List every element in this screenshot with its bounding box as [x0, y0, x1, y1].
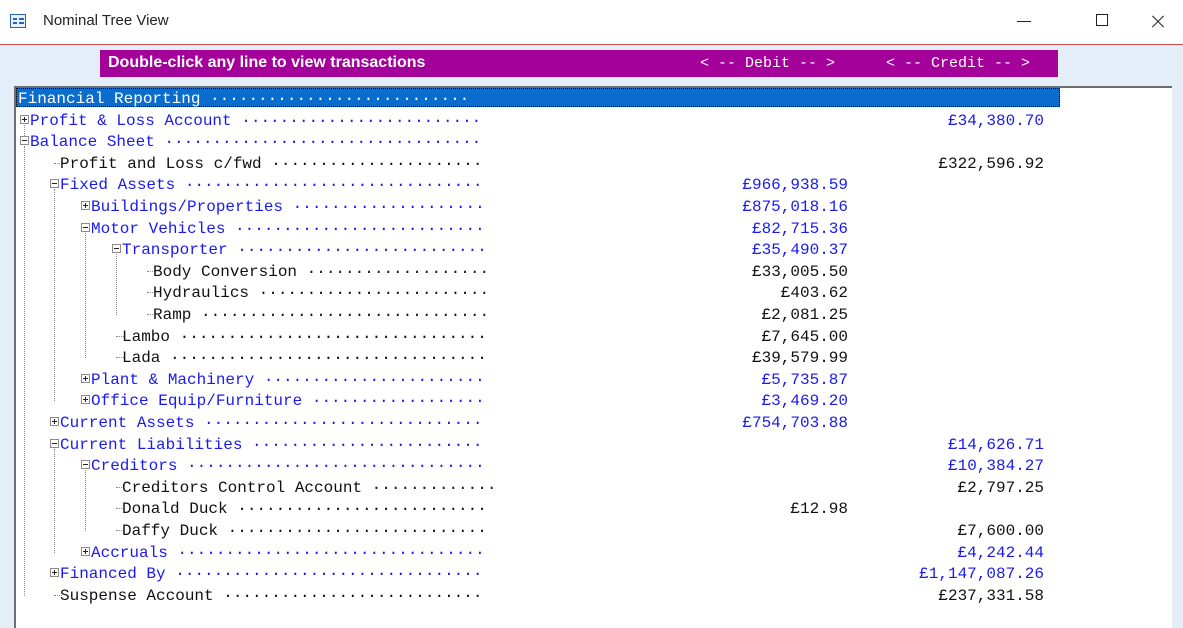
tree-row[interactable]: Current Assets ·························…	[16, 412, 1172, 434]
expand-icon[interactable]	[81, 546, 90, 556]
debit-amount: £3,469.20	[761, 392, 848, 411]
tree-row-label: Creditors ······························…	[91, 457, 485, 476]
debit-amount: £875,018.16	[742, 198, 848, 216]
tree-row[interactable]: Suspense Account ·······················…	[16, 585, 1172, 607]
tree-row[interactable]: Donald Duck ·························· £1…	[16, 498, 1172, 520]
title-bar: Nominal Tree View	[0, 0, 1183, 45]
minimize-button[interactable]	[1000, 0, 1046, 44]
collapse-icon[interactable]	[20, 136, 29, 146]
tree-row-label: Balance Sheet ··························…	[30, 133, 482, 152]
column-header-bar: Double-click any line to view transactio…	[100, 50, 1058, 77]
instruction-text: Double-click any line to view transactio…	[108, 54, 426, 71]
debit-amount: £754,703.88	[742, 414, 848, 432]
credit-amount: £1,147,087.26	[919, 565, 1044, 584]
nominal-tree[interactable]: Financial Reporting ····················…	[14, 86, 1172, 628]
tree-row[interactable]: Daffy Duck ··························· £7…	[16, 520, 1172, 542]
tree-row-label: Daffy Duck ···························	[122, 522, 487, 540]
maximize-button[interactable]	[1078, 0, 1124, 44]
tree-row-label: Buildings/Properties ···················…	[91, 198, 485, 216]
credit-amount: £4,242.44	[957, 543, 1044, 562]
tree-row-label: Transporter ··························	[122, 241, 487, 260]
debit-amount: £2,081.25	[761, 306, 848, 324]
tree-row[interactable]: Hydraulics ························ £403.…	[16, 282, 1172, 304]
credit-amount: £14,626.71	[947, 435, 1044, 454]
credit-amount: £34,380.70	[947, 111, 1044, 130]
credit-column-header: < -- Credit -- >	[886, 55, 1031, 72]
expand-icon[interactable]	[20, 114, 29, 124]
tree-row[interactable]: Profit & Loss Account ··················…	[16, 110, 1172, 132]
expand-icon[interactable]	[81, 201, 90, 210]
debit-column-header: < -- Debit -- >	[700, 55, 836, 72]
tree-row-label: Donald Duck ··························	[122, 500, 487, 519]
tree-row[interactable]: Accruals ·······························…	[16, 542, 1172, 564]
credit-amount: £237,331.58	[938, 586, 1044, 605]
collapse-icon[interactable]	[50, 438, 59, 448]
tree-row-label: Plant & Machinery ······················…	[91, 370, 485, 389]
debit-amount: £35,490.37	[751, 241, 848, 260]
debit-amount: £33,005.50	[751, 262, 848, 281]
tree-row[interactable]: Creditors Control Account ············· £…	[16, 477, 1172, 499]
tree-row[interactable]: Fixed Assets ···························…	[16, 174, 1172, 196]
close-button[interactable]	[1134, 0, 1180, 44]
tree-row[interactable]: Profit and Loss c/fwd ··················…	[16, 153, 1172, 175]
collapse-icon[interactable]	[50, 179, 59, 189]
tree-row-label: Profit and Loss c/fwd ··················…	[60, 154, 483, 173]
tree-row[interactable]: Balance Sheet ··························…	[16, 131, 1172, 153]
tree-row[interactable]: Financed By ····························…	[16, 563, 1172, 585]
tree-row[interactable]: Lada ································· £3…	[16, 347, 1172, 369]
credit-amount: £322,596.92	[938, 154, 1044, 173]
tree-row-selected[interactable]: Financial Reporting ····················…	[16, 88, 1172, 110]
collapse-icon[interactable]	[81, 460, 90, 470]
tree-row-label: Accruals ·······························…	[91, 543, 485, 562]
tree-row-label: Office Equip/Furniture ·················…	[91, 392, 485, 411]
expand-icon[interactable]	[50, 417, 59, 426]
collapse-icon[interactable]	[81, 222, 90, 232]
tree-row[interactable]: Ramp ······························ £2,08…	[16, 304, 1172, 326]
tree-row-label: Suspense Account ·······················…	[60, 586, 483, 605]
tree-row-label: Creditors Control Account ·············	[122, 478, 497, 497]
tree-row[interactable]: Office Equip/Furniture ·················…	[16, 390, 1172, 412]
debit-amount: £7,645.00	[761, 327, 848, 346]
app-icon	[10, 14, 26, 28]
tree-row[interactable]: Motor Vehicles ·························…	[16, 218, 1172, 240]
tree-row-label: Body Conversion ···················	[153, 262, 490, 281]
window-title: Nominal Tree View	[43, 12, 169, 29]
tree-row-label: Profit & Loss Account ··················…	[30, 111, 482, 130]
expand-icon[interactable]	[81, 395, 90, 405]
tree-row-label: Current Assets ·························…	[60, 414, 483, 432]
tree-row[interactable]: Transporter ·························· £3…	[16, 239, 1172, 261]
debit-amount: £403.62	[780, 284, 848, 303]
tree-row-label: Current Liabilities ····················…	[60, 435, 483, 454]
tree-row-label: Financed By ····························…	[60, 565, 483, 584]
tree-row[interactable]: Creditors ······························…	[16, 455, 1172, 477]
tree-row[interactable]: Current Liabilities ····················…	[16, 434, 1172, 456]
tree-row[interactable]: Lambo ································ £7…	[16, 326, 1172, 348]
tree-row-label: Hydraulics ························	[153, 284, 490, 303]
debit-amount: £82,715.36	[751, 219, 848, 238]
tree-row[interactable]: Body Conversion ··················· £33,0…	[16, 261, 1172, 283]
debit-amount: £12.98	[790, 500, 848, 519]
debit-amount: £5,735.87	[761, 370, 848, 389]
credit-amount: £7,600.00	[957, 522, 1044, 540]
debit-amount: £966,938.59	[742, 176, 848, 195]
expand-icon[interactable]	[81, 373, 90, 383]
credit-amount: £10,384.27	[947, 457, 1044, 476]
tree-row-label: Motor Vehicles ·························…	[91, 219, 485, 238]
credit-amount: £2,797.25	[957, 478, 1044, 497]
expand-icon[interactable]	[50, 568, 59, 578]
tree-row[interactable]: Buildings/Properties ···················…	[16, 196, 1172, 218]
collapse-icon[interactable]	[112, 244, 121, 254]
tree-row-label: Ramp ······························	[153, 306, 490, 324]
tree-row-label: Lada ·································	[122, 349, 487, 368]
tree-row[interactable]: Plant & Machinery ······················…	[16, 369, 1172, 391]
tree-row-label: Lambo ································	[122, 327, 487, 346]
tree-row-label: Fixed Assets ···························…	[60, 176, 483, 195]
tree-row-label: Financial Reporting ····················…	[18, 90, 470, 108]
debit-amount: £39,579.99	[751, 349, 848, 368]
